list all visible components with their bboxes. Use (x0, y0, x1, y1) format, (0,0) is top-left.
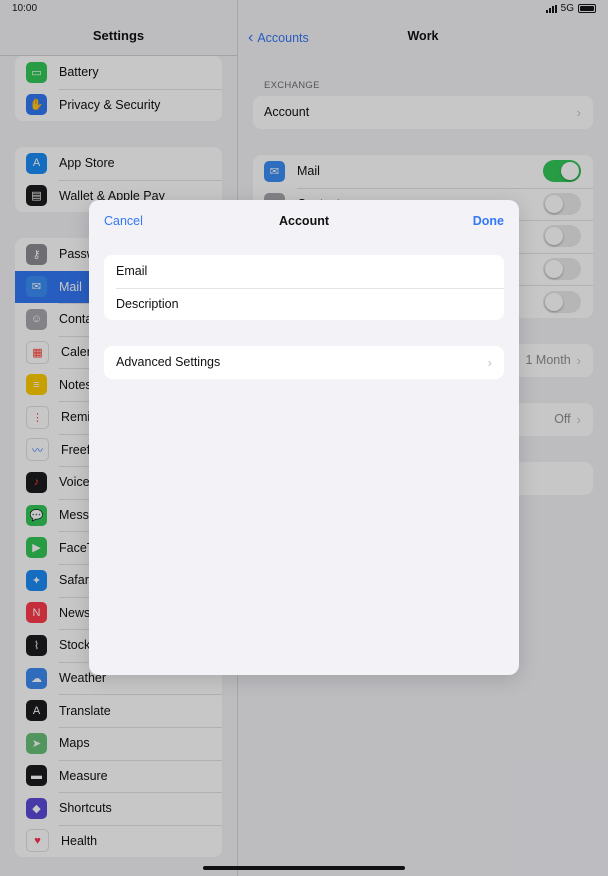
done-button[interactable]: Done (473, 214, 504, 228)
battery-status-icon (578, 4, 596, 13)
status-time: 10:00 (12, 3, 38, 14)
email-label: Email (116, 264, 148, 279)
chevron-right-icon: › (487, 354, 492, 370)
description-label: Description (116, 296, 179, 311)
advanced-settings-label: Advanced Settings (116, 355, 221, 370)
signal-icon (545, 4, 557, 13)
description-row: Description (104, 287, 504, 321)
network-label: 5G (560, 3, 574, 14)
status-right: 5G (545, 3, 596, 14)
status-bar: 10:00 5G (0, 0, 608, 18)
advanced-settings-row[interactable]: Advanced Settings › (104, 346, 504, 379)
home-indicator[interactable] (203, 866, 405, 870)
email-row: Email (104, 255, 504, 288)
screen: 10:00 5G Settings ▭ Battery ✋ Privacy & Sec… (0, 0, 608, 876)
modal-title: Account (279, 214, 329, 228)
account-modal: Cancel Account Done Email Description Ad… (89, 200, 519, 675)
description-field[interactable] (204, 295, 492, 312)
email-field[interactable] (204, 263, 492, 279)
account-fields-group: Email Description (104, 255, 504, 321)
advanced-group: Advanced Settings › (104, 346, 504, 379)
